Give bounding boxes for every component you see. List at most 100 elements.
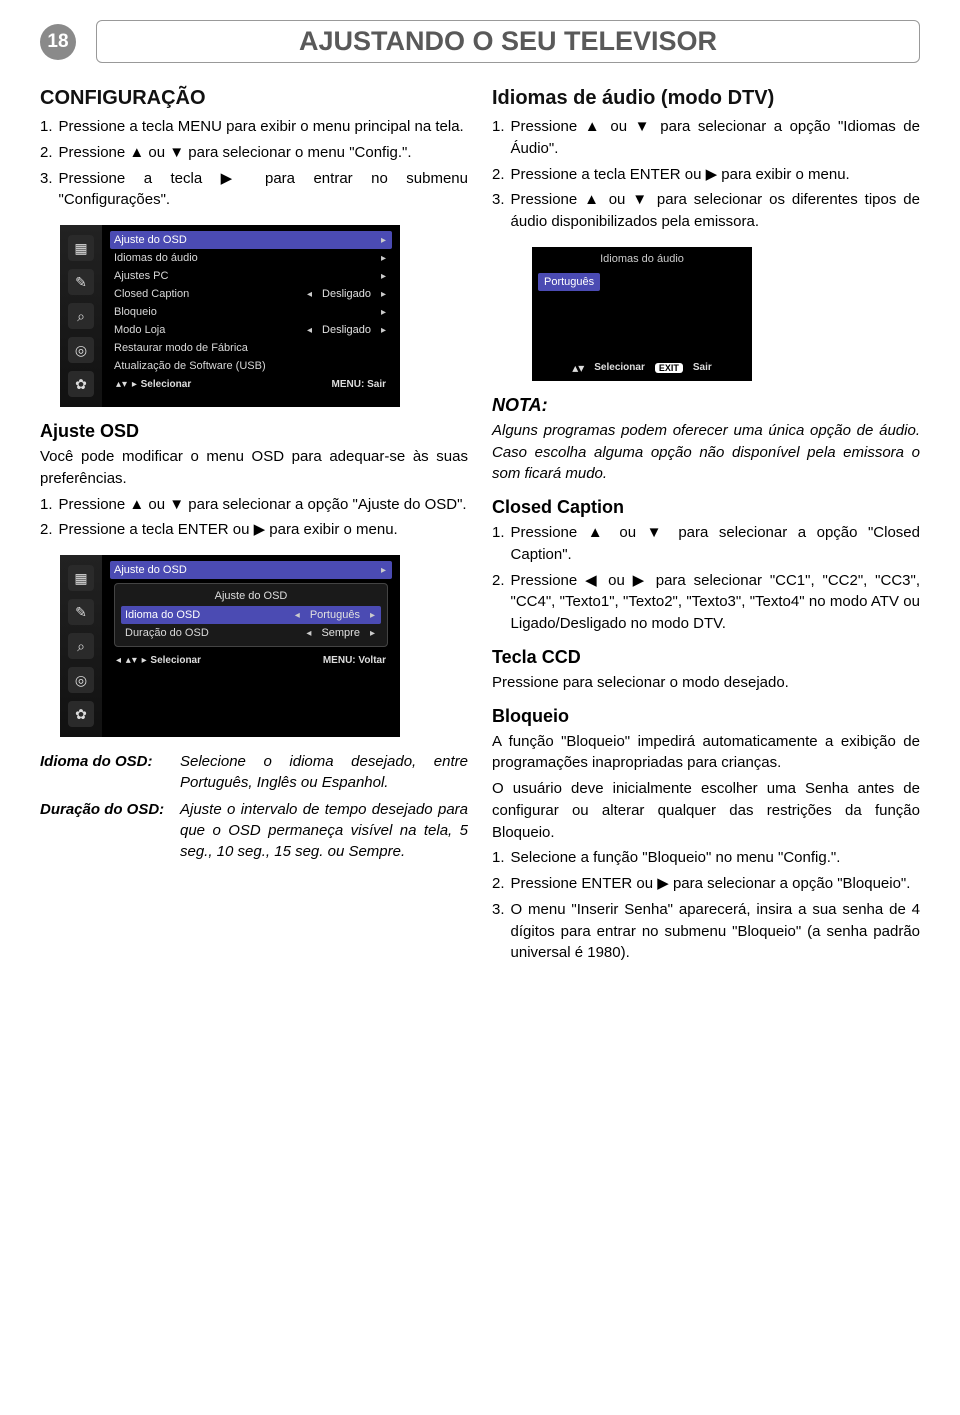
osd-side-icons: ▦ ✎ ⌕ ◎ ✿ [60, 555, 102, 737]
list-marker: 1. [492, 847, 511, 869]
osd-row: Ajustes PC▸ [110, 267, 392, 285]
config-step-1: Pressione a tecla MENU para exibir o men… [59, 116, 468, 138]
bloqueio-step-2: Pressione ENTER ou ▶ para selecionar a o… [511, 873, 920, 895]
nota-heading: NOTA: [492, 395, 920, 416]
osd-footer-right: MENU: Voltar [323, 655, 386, 666]
cc-step-1: Pressione ▲ ou ▼ para selecionar a opção… [511, 522, 920, 566]
gear-icon: ✿ [68, 701, 94, 727]
chevron-left-icon: ◂ [293, 610, 302, 621]
osd-footer-left: ◂ ▴▾ ▸ Selecionar [116, 655, 201, 666]
osd-row-label: Modo Loja [114, 324, 305, 336]
osd-footer-left: ▴▾ ▸ Selecionar [116, 379, 191, 390]
osd-small-title: Idiomas do áudio [532, 247, 752, 271]
updown-icon: ▴▾ [572, 361, 584, 375]
osd-side-label: CONFIG. [46, 575, 57, 624]
osd-row-value: Português [302, 609, 368, 621]
search-icon: ⌕ [68, 303, 94, 329]
config-heading: CONFIGURAÇÃO [40, 87, 468, 110]
osd-row-label: Ajuste do OSD [114, 564, 379, 576]
page-title: AJUSTANDO O SEU TELEVISOR [96, 20, 920, 63]
list-marker: 2. [40, 519, 59, 541]
list-marker: 3. [492, 899, 511, 964]
osd-row-label: Idiomas do áudio [114, 252, 379, 264]
osd-config-panel: CONFIG. ▦ ✎ ⌕ ◎ ✿ Ajuste do OSD ▸ Idioma… [60, 225, 400, 407]
osd-row-label: Idioma do OSD [125, 609, 293, 621]
list-marker: 3. [492, 189, 511, 233]
search-icon: ⌕ [68, 633, 94, 659]
chevron-left-icon: ◂ [305, 289, 314, 300]
list-marker: 1. [492, 116, 511, 160]
def-duracao-desc: Ajuste o intervalo de tempo desejado par… [180, 799, 468, 862]
tools-icon: ✎ [68, 599, 94, 625]
gear-icon: ✿ [68, 371, 94, 397]
osd-side-label: CONFIG. [46, 245, 57, 294]
chevron-right-icon: ▸ [379, 565, 388, 576]
ajuste-intro: Você pode modificar o menu OSD para adeq… [40, 446, 468, 490]
osd-row: Bloqueio▸ [110, 303, 392, 321]
osd-row-value: Sempre [313, 627, 368, 639]
list-marker: 1. [40, 494, 59, 516]
osd-side-icons: ▦ ✎ ⌕ ◎ ✿ [60, 225, 102, 407]
bloqueio-p2: O usuário deve inicialmente escolher uma… [492, 778, 920, 843]
osd-row-label: Ajuste do OSD [114, 234, 379, 246]
tv-icon: ▦ [68, 235, 94, 261]
osd-row-selected: Ajuste do OSD ▸ [110, 561, 392, 579]
config-step-2: Pressione ▲ ou ▼ para selecionar o menu … [59, 142, 468, 164]
ajuste-step-2: Pressione a tecla ENTER ou ▶ para exibir… [59, 519, 468, 541]
list-marker: 2. [40, 142, 59, 164]
osd-footer-right: MENU: Sair [332, 379, 386, 390]
osd-row-label: Closed Caption [114, 288, 305, 300]
list-marker: 2. [492, 570, 511, 635]
osd-row-label: Atualização de Software (USB) [114, 360, 388, 372]
osd-sub-row: Idioma do OSD◂Português▸ [121, 606, 381, 624]
list-marker: 2. [492, 164, 511, 186]
osd-small-select-label: Selecionar [594, 362, 645, 373]
bloqueio-heading: Bloqueio [492, 706, 920, 727]
chevron-right-icon: ▸ [379, 325, 388, 336]
chevron-right-icon: ▸ [379, 271, 388, 282]
chevron-right-icon: ▸ [368, 610, 377, 621]
list-marker: 1. [492, 522, 511, 566]
audio-heading: Idiomas de áudio (modo DTV) [492, 87, 920, 110]
osd-row: Atualização de Software (USB) [110, 357, 392, 375]
ccd-text: Pressione para selecionar o modo desejad… [492, 672, 920, 694]
cc-step-2: Pressione ◀ ou ▶ para selecionar "CC1", … [511, 570, 920, 635]
osd-sub-row: Duração do OSD◂Sempre▸ [121, 624, 381, 642]
nota-text: Alguns programas podem oferecer uma únic… [492, 420, 920, 485]
disc-icon: ◎ [68, 667, 94, 693]
osd-ajuste-panel: CONFIG. ▦ ✎ ⌕ ◎ ✿ Ajuste do OSD ▸ [60, 555, 400, 737]
osd-row-label: Ajustes PC [114, 270, 379, 282]
def-idioma-term: Idioma do OSD: [40, 751, 180, 793]
chevron-right-icon: ▸ [379, 235, 388, 246]
osd-small-selected-item: Português [538, 273, 600, 291]
chevron-right-icon: ▸ [368, 628, 377, 639]
chevron-right-icon: ▸ [379, 253, 388, 264]
osd-row: Modo Loja◂Desligado▸ [110, 321, 392, 339]
bloqueio-step-3: O menu "Inserir Senha" aparecerá, insira… [511, 899, 920, 964]
audio-step-1: Pressione ▲ ou ▼ para selecionar a opção… [511, 116, 920, 160]
bloqueio-step-1: Selecione a função "Bloqueio" no menu "C… [511, 847, 920, 869]
audio-step-2: Pressione a tecla ENTER ou ▶ para exibir… [511, 164, 920, 186]
osd-sub-title: Ajuste do OSD [121, 588, 381, 606]
chevron-right-icon: ▸ [379, 289, 388, 300]
tools-icon: ✎ [68, 269, 94, 295]
osd-row-label: Bloqueio [114, 306, 379, 318]
def-idioma-desc: Selecione o idioma desejado, entre Portu… [180, 751, 468, 793]
osd-row-label: Restaurar modo de Fábrica [114, 342, 388, 354]
ajuste-step-1: Pressione ▲ ou ▼ para selecionar a opção… [59, 494, 468, 516]
osd-small-sair-label: Sair [693, 362, 712, 373]
osd-row-label: Duração do OSD [125, 627, 304, 639]
audio-step-3: Pressione ▲ ou ▼ para selecionar os dife… [511, 189, 920, 233]
osd-audio-languages: Idiomas do áudio Português ▴▾ Selecionar… [532, 247, 752, 381]
osd-sub-panel: Ajuste do OSD Idioma do OSD◂Português▸Du… [114, 583, 388, 647]
bloqueio-p1: A função "Bloqueio" impedirá automaticam… [492, 731, 920, 775]
osd-row-value: Desligado [314, 288, 379, 300]
page-number-badge: 18 [40, 24, 76, 60]
exit-badge: EXIT [655, 363, 683, 373]
ajuste-osd-heading: Ajuste OSD [40, 421, 468, 442]
osd-row-selected: Ajuste do OSD ▸ [110, 231, 392, 249]
config-step-3: Pressione a tecla ▶ para entrar no subme… [59, 168, 468, 212]
osd-row: Closed Caption◂Desligado▸ [110, 285, 392, 303]
ccd-heading: Tecla CCD [492, 647, 920, 668]
chevron-left-icon: ◂ [305, 325, 314, 336]
